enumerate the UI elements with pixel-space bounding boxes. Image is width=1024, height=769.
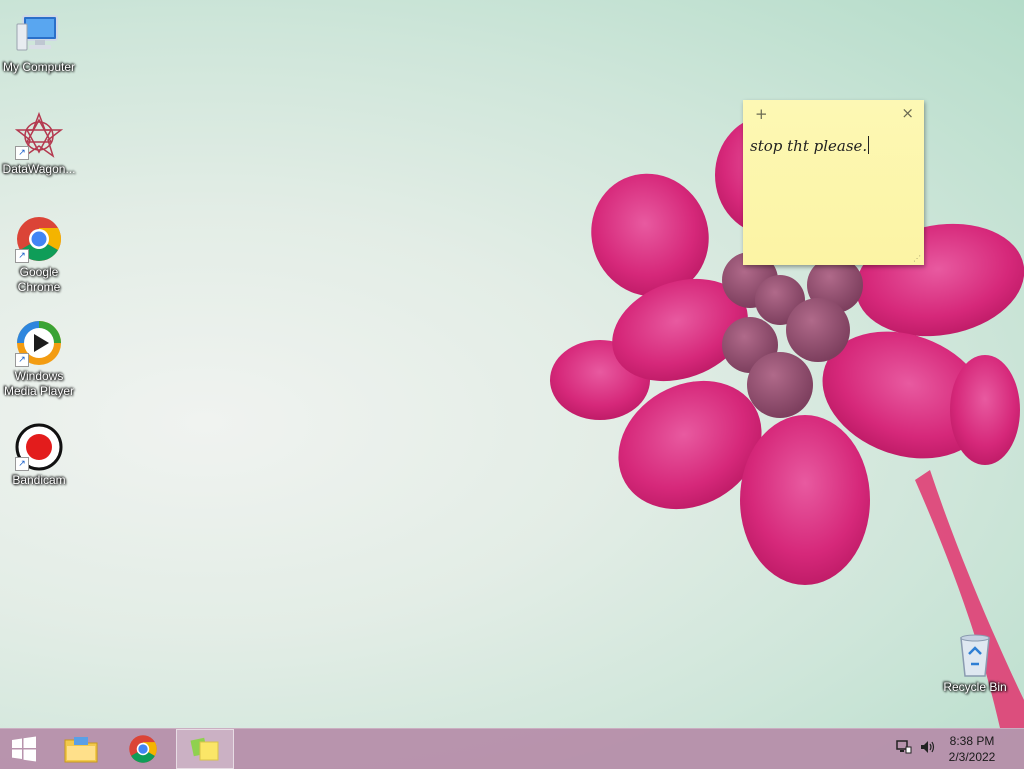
windows-logo-icon [12, 736, 36, 762]
chrome-icon [129, 735, 157, 763]
text-caret [868, 136, 870, 154]
system-tray [896, 729, 938, 769]
sticky-note-titlebar[interactable]: + × [743, 100, 924, 128]
sticky-note[interactable]: + × stop tht please. ⋰ [743, 100, 924, 265]
shortcut-arrow-icon: ↗ [15, 146, 29, 160]
folder-icon [64, 737, 98, 763]
add-note-button[interactable]: + [755, 105, 768, 123]
start-button[interactable] [0, 729, 48, 769]
desktop-icon-label: Bandicam [12, 473, 66, 487]
desktop-icon-datawagon[interactable]: ↗ DataWagon... [1, 111, 77, 177]
desktop-icon-my-computer[interactable]: My Computer [1, 10, 77, 75]
recycle-bin-icon [951, 630, 999, 678]
clock-time: 8:38 PM [949, 734, 995, 748]
taskbar-google-chrome[interactable] [114, 729, 172, 769]
media-player-icon: ↗ [15, 319, 63, 367]
taskbar-sticky-notes[interactable] [176, 729, 234, 769]
desktop-icon-label: My Computer [2, 60, 76, 74]
datawagon-icon: ↗ [14, 111, 64, 160]
desktop-icon-recycle-bin[interactable]: Recycle Bin [937, 630, 1013, 695]
sticky-note-text[interactable]: stop tht please. [750, 136, 870, 155]
desktop-icon-label: Google Chrome [17, 265, 61, 294]
shortcut-arrow-icon: ↗ [15, 249, 29, 263]
volume-icon[interactable] [920, 739, 938, 759]
taskbar: 8:38 PM 2/3/2022 [0, 728, 1024, 769]
shortcut-arrow-icon: ↗ [15, 457, 29, 471]
desktop-icon-windows-media-player[interactable]: ↗ Windows Media Player [1, 319, 77, 399]
desktop-icon-bandicam[interactable]: ↗ Bandicam [1, 423, 77, 488]
resize-grip-icon[interactable]: ⋰ [913, 254, 921, 263]
clock-date: 2/3/2022 [948, 750, 996, 764]
taskbar-file-explorer[interactable] [52, 729, 110, 769]
desktop-icon-label: Recycle Bin [943, 680, 1007, 694]
close-note-button[interactable]: × [901, 104, 914, 122]
network-icon[interactable] [896, 739, 914, 759]
sticky-notes-icon [190, 737, 219, 761]
desktop-icon-google-chrome[interactable]: ↗ Google Chrome [1, 215, 77, 295]
taskbar-clock[interactable]: 8:38 PM 2/3/2022 [942, 733, 1002, 765]
chrome-icon: ↗ [15, 215, 63, 263]
desktop-icon-label: Windows Media Player [3, 369, 75, 398]
sticky-note-content: stop tht please. [750, 137, 868, 155]
computer-icon [15, 10, 63, 58]
desktop: My Computer ↗ DataWagon... ↗ Google Chro… [0, 0, 1024, 728]
desktop-icon-label: DataWagon... [2, 162, 76, 176]
shortcut-arrow-icon: ↗ [15, 353, 29, 367]
bandicam-icon: ↗ [15, 423, 63, 471]
